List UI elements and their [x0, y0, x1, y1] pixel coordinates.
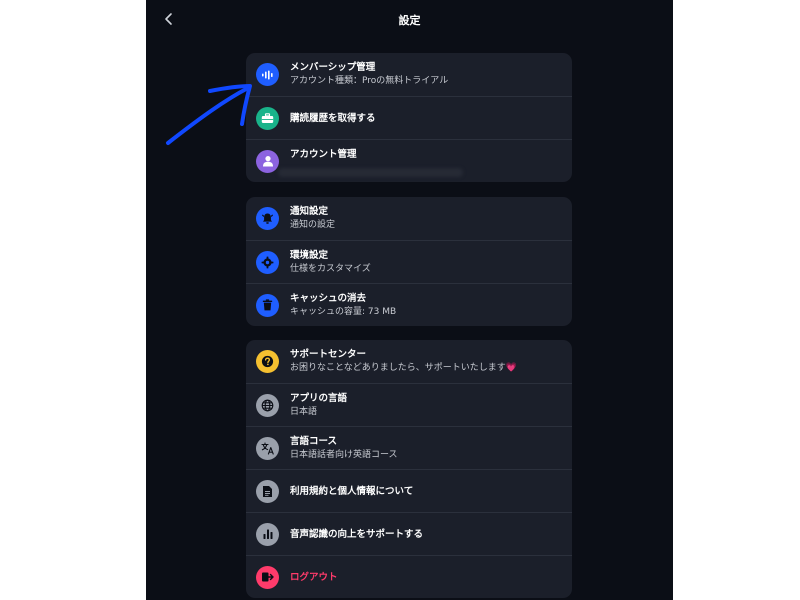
membership-label: メンバーシップ管理 [290, 62, 376, 73]
page-title: 設定 [398, 14, 421, 27]
voice-improvement-label: 音声認識の向上をサポートする [290, 528, 424, 540]
gear-icon [256, 250, 279, 274]
audio-wave-icon [256, 63, 279, 86]
account-group: メンバーシップ管理 アカウント種類：Proの無料トライアル 購読履歴を取得する [246, 53, 572, 182]
language-course-row[interactable]: 言語コース 日本語話者向け英語コース [246, 426, 572, 469]
purchase-history-label: 購読履歴を取得する [290, 112, 376, 124]
account-management-row[interactable]: アカウント管理 [246, 139, 572, 182]
briefcase-icon [256, 106, 279, 130]
bar-chart-icon [256, 522, 279, 546]
support-center-row[interactable]: サポートセンター お困りなことなどありましたら、サポートいたします💗 [246, 340, 572, 383]
app-language-label: アプリの言語 [290, 392, 348, 404]
trash-icon [256, 293, 279, 317]
question-icon [256, 350, 279, 373]
logout-icon [256, 565, 279, 589]
preferences-label: 環境設定 [290, 249, 329, 261]
voice-improvement-row[interactable]: 音声認識の向上をサポートする [246, 512, 572, 555]
support-center-label: サポートセンター [290, 349, 367, 360]
support-group: サポートセンター お困りなことなどありましたら、サポートいたします💗 アプリの言… [246, 340, 572, 598]
notification-label: 通知設定 [290, 206, 329, 217]
notification-sub: 通知の設定 [290, 220, 336, 230]
app-language-sub: 日本語 [290, 406, 318, 417]
support-center-sub: お困りなことなどありましたら、サポートいたします💗 [290, 363, 517, 373]
redacted-email [278, 168, 463, 177]
terms-privacy-label: 利用規約と個人情報について [290, 485, 414, 497]
settings-screen: 設定 メンバーシップ管理 アカウント種類：Proの無料トライアル 購読履歴を取得… [146, 0, 673, 600]
preferences-group: 通知設定 通知の設定 環境設定 仕様をカスタマイズ キャッシュの消去 キャッシュ… [246, 197, 572, 326]
purchase-history-row[interactable]: 購読履歴を取得する [246, 96, 572, 139]
notification-row[interactable]: 通知設定 通知の設定 [246, 197, 572, 240]
clear-cache-label: キャッシュの消去 [290, 292, 367, 304]
logout-label: ログアウト [290, 571, 338, 583]
logout-row[interactable]: ログアウト [246, 555, 572, 598]
preferences-row[interactable]: 環境設定 仕様をカスタマイズ [246, 240, 572, 283]
membership-row[interactable]: メンバーシップ管理 アカウント種類：Proの無料トライアル [246, 53, 572, 96]
document-icon [256, 479, 279, 503]
app-language-row[interactable]: アプリの言語 日本語 [246, 383, 572, 426]
globe-icon [256, 393, 279, 417]
header: 設定 [146, 0, 673, 40]
clear-cache-sub: キャッシュの容量: 73 MB [290, 306, 397, 317]
translate-icon [256, 436, 279, 460]
language-course-sub: 日本語話者向け英語コース [290, 449, 398, 460]
bell-icon [256, 207, 279, 230]
account-management-label: アカウント管理 [290, 149, 357, 160]
clear-cache-row[interactable]: キャッシュの消去 キャッシュの容量: 73 MB [246, 283, 572, 326]
preferences-sub: 仕様をカスタマイズ [290, 263, 371, 274]
terms-privacy-row[interactable]: 利用規約と個人情報について [246, 469, 572, 512]
language-course-label: 言語コース [290, 435, 338, 447]
person-icon [256, 149, 279, 173]
membership-sub: アカウント種類：Proの無料トライアル [290, 76, 449, 86]
